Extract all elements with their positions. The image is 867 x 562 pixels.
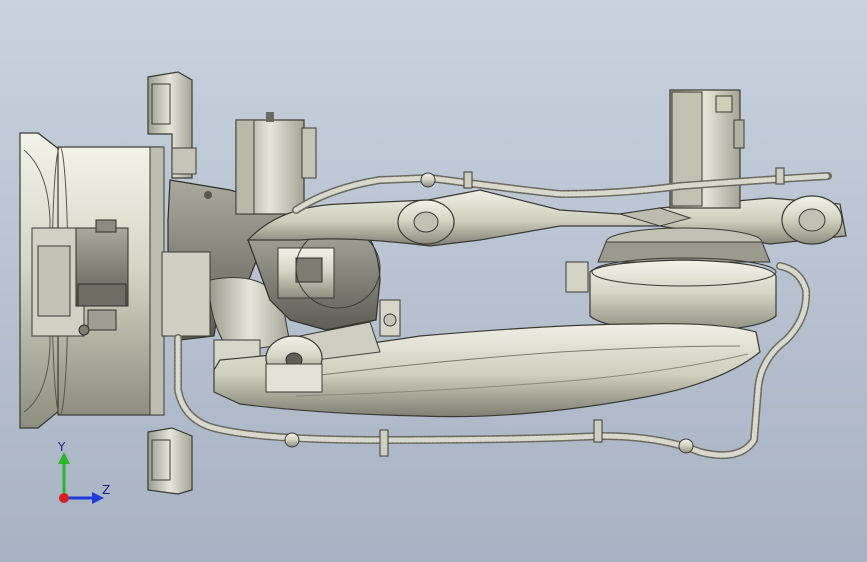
triad-axes-icon [58, 452, 104, 504]
z-axis-label: Z [102, 483, 111, 497]
lower-pivot-yoke[interactable] [265, 335, 323, 393]
motor-connector-box[interactable] [31, 219, 129, 337]
coordinate-triad: Y Z [44, 436, 124, 512]
mount-bracket-bottom[interactable] [147, 427, 193, 495]
y-axis-label: Y [58, 440, 66, 454]
robot-wrist-model[interactable] [0, 0, 867, 562]
upper-motor-block[interactable] [235, 112, 317, 215]
cad-viewport[interactable]: Y Z [0, 0, 867, 562]
wrist-rotary-drum[interactable] [565, 227, 777, 333]
wrist-connector-box[interactable] [669, 89, 745, 209]
